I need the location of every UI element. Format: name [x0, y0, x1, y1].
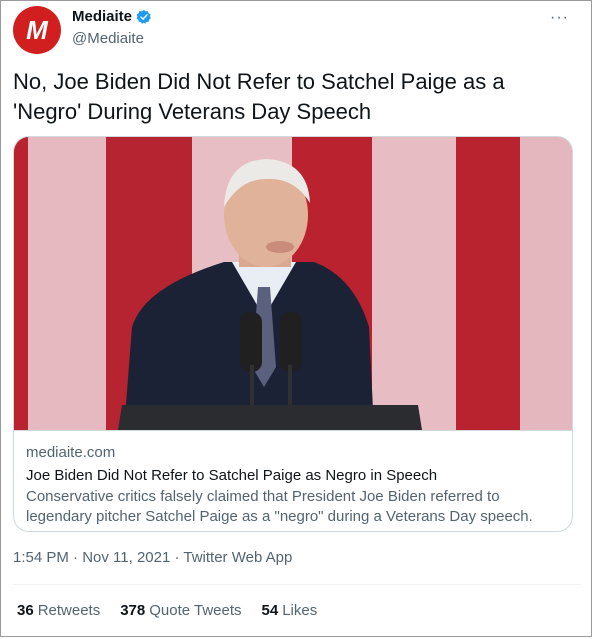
tweet-timestamp[interactable]: 1:54 PM · Nov 11, 2021 · Twitter Web App: [13, 549, 292, 566]
likes-count: 54: [261, 602, 279, 619]
retweets-stat[interactable]: 36 Retweets: [17, 602, 100, 619]
card-title[interactable]: Joe Biden Did Not Refer to Satchel Paige…: [26, 466, 562, 486]
tweet-text: No, Joe Biden Did Not Refer to Satchel P…: [13, 69, 505, 124]
engagement-stats: 36 Retweets 378 Quote Tweets 54 Likes: [17, 602, 317, 619]
retweets-label: Retweets: [37, 602, 101, 619]
quote-tweets-stat[interactable]: 378 Quote Tweets: [120, 602, 241, 619]
verified-badge-icon: [136, 9, 152, 25]
link-preview-card[interactable]: mediaite.com Joe Biden Did Not Refer to …: [13, 136, 573, 532]
likes-label: Likes: [282, 602, 318, 619]
avatar[interactable]: M: [13, 6, 61, 54]
author-handle[interactable]: @Mediaite: [72, 30, 144, 47]
author-name-row: Mediaite: [72, 8, 152, 25]
avatar-logo-letter: M: [26, 14, 48, 45]
more-icon[interactable]: ···: [550, 9, 569, 27]
tweet-container: M Mediaite @Mediaite ··· No, Joe Biden D…: [0, 0, 592, 637]
card-domain: mediaite.com: [26, 444, 116, 461]
author-display-name[interactable]: Mediaite: [72, 8, 132, 25]
card-description: Conservative critics falsely claimed tha…: [26, 488, 533, 525]
card-meta: mediaite.com Joe Biden Did Not Refer to …: [26, 443, 562, 527]
quote-tweets-label: Quote Tweets: [149, 602, 242, 619]
card-image[interactable]: [14, 137, 572, 431]
divider: [13, 584, 581, 585]
retweets-count: 36: [17, 602, 34, 619]
likes-stat[interactable]: 54 Likes: [262, 602, 318, 619]
quote-tweets-count: 378: [120, 602, 146, 619]
